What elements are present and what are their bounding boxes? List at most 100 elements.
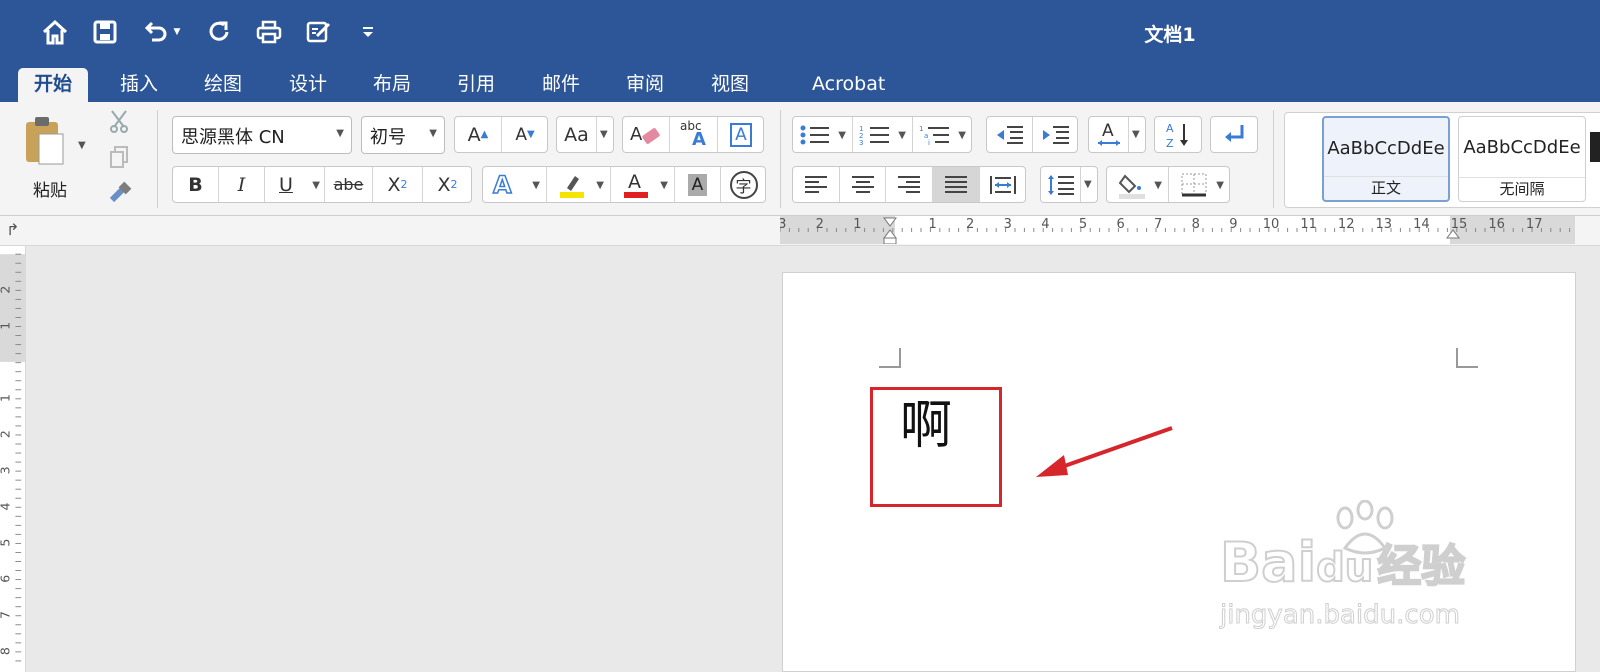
shrink-font-icon[interactable]: A ▼ xyxy=(502,117,548,152)
style-no-spacing[interactable]: AaBbCcDdEe 无间隔 xyxy=(1458,116,1586,202)
tab-view[interactable]: 视图 xyxy=(695,68,765,102)
enclose-characters-button[interactable]: 字 xyxy=(721,167,766,202)
font-size-dropdown-icon[interactable]: ▼ xyxy=(429,128,437,139)
document-text[interactable]: 啊 xyxy=(900,400,952,452)
redo-icon[interactable] xyxy=(203,16,235,48)
font-color-button[interactable]: A ▼ xyxy=(611,167,675,202)
tab-home[interactable]: 开始 xyxy=(18,68,89,102)
paste-button[interactable]: ▼ 粘贴 xyxy=(20,110,92,202)
ruler-label: 2 xyxy=(816,217,824,232)
highlight-dropdown-icon[interactable]: ▼ xyxy=(596,180,604,191)
font-size-select[interactable]: 初号 ▼ xyxy=(361,116,445,154)
line-spacing-button[interactable]: ▼ xyxy=(1040,166,1098,203)
borders-button[interactable]: ▼ xyxy=(1169,167,1230,202)
undo-dropdown-icon[interactable]: ▼ xyxy=(170,16,184,48)
ruler-label: 6 xyxy=(1116,217,1124,232)
superscript-label: X xyxy=(437,173,451,196)
ruler-label: 17 xyxy=(1526,217,1543,232)
subscript-button[interactable]: X2 xyxy=(373,167,423,202)
font-effects-group: A ▼ ▼ A ▼ A 字 xyxy=(482,166,766,203)
text-effects-button[interactable]: A ▼ xyxy=(483,167,547,202)
increase-indent-icon[interactable] xyxy=(1033,117,1078,152)
underline-button[interactable]: U ▼ xyxy=(265,167,325,202)
numbering-dropdown-icon[interactable]: ▼ xyxy=(898,130,906,141)
multilevel-dropdown-icon[interactable]: ▼ xyxy=(958,130,966,141)
bullets-button[interactable]: ▼ xyxy=(793,117,853,152)
style-normal-sample: AaBbCcDdEe xyxy=(1327,138,1445,159)
word-window: ▼ 文档1 开始 插入 绘图 设计 布局 引用 邮件 审阅 视图 Acrobat xyxy=(0,0,1600,672)
ruler-label: 13 xyxy=(1376,217,1393,232)
bullets-dropdown-icon[interactable]: ▼ xyxy=(838,130,846,141)
line-spacing-dropdown-icon[interactable]: ▼ xyxy=(1084,179,1092,190)
svg-text:3: 3 xyxy=(859,139,863,147)
font-name-value: 思源黑体 CN xyxy=(181,127,285,148)
italic-button[interactable]: I xyxy=(219,167,265,202)
shading-dropdown-icon[interactable]: ▼ xyxy=(1154,180,1162,191)
highlight-button[interactable]: ▼ xyxy=(547,167,611,202)
font-size-change-group: A ▲ A ▼ xyxy=(454,116,548,153)
font-name-select[interactable]: 思源黑体 CN ▼ xyxy=(172,116,352,154)
shading-border-group: ▼ ▼ xyxy=(1106,166,1230,203)
decrease-indent-icon[interactable] xyxy=(987,117,1033,152)
borders-dropdown-icon[interactable]: ▼ xyxy=(1216,180,1224,191)
font-name-dropdown-icon[interactable]: ▼ xyxy=(336,128,344,139)
format-painter-icon[interactable] xyxy=(106,180,134,206)
cut-icon[interactable] xyxy=(106,108,132,134)
font-color-dropdown-icon[interactable]: ▼ xyxy=(660,180,668,191)
horizontal-ruler[interactable]: 3 2 1 1 2 3 4 5 6 7 8 9 10 11 12 13 14 15 16 17 xyxy=(780,216,1575,244)
paragraph-mark-icon xyxy=(1211,117,1257,152)
bold-button[interactable]: B xyxy=(173,167,219,202)
multilevel-list-button[interactable]: 1ai ▼ xyxy=(913,117,972,152)
ruler-label: 6 xyxy=(0,575,13,583)
change-case-dropdown-icon[interactable]: ▼ xyxy=(600,129,608,140)
text-direction-button[interactable]: A ▼ xyxy=(1088,116,1146,153)
copy-icon[interactable] xyxy=(106,144,132,170)
home-icon[interactable] xyxy=(39,16,71,48)
text-direction-icon: A xyxy=(1089,117,1129,152)
line-spacing-icon xyxy=(1041,167,1081,202)
tab-selector-icon[interactable]: ↱ xyxy=(6,220,19,239)
strikethrough-button[interactable]: abe xyxy=(325,167,373,202)
tab-insert[interactable]: 插入 xyxy=(104,68,174,102)
customize-toolbar-icon[interactable] xyxy=(352,16,384,48)
paint-bucket-icon xyxy=(1118,173,1145,199)
clear-formatting-icon[interactable]: A xyxy=(623,117,670,152)
tab-review[interactable]: 审阅 xyxy=(610,68,680,102)
tab-mailings[interactable]: 邮件 xyxy=(526,68,596,102)
change-case-button[interactable]: Aa ▼ xyxy=(556,116,614,153)
align-left-icon[interactable] xyxy=(793,167,840,202)
style-heading-partial[interactable] xyxy=(1590,132,1600,162)
underline-dropdown-icon[interactable]: ▼ xyxy=(312,180,320,191)
save-icon[interactable] xyxy=(89,16,121,48)
text-effects-dropdown-icon[interactable]: ▼ xyxy=(532,180,540,191)
align-center-icon[interactable] xyxy=(840,167,886,202)
distributed-icon[interactable] xyxy=(980,167,1026,202)
paste-dropdown-icon[interactable]: ▼ xyxy=(78,140,86,151)
tab-design[interactable]: 设计 xyxy=(273,68,343,102)
text-direction-dropdown-icon[interactable]: ▼ xyxy=(1132,129,1140,140)
sort-button[interactable]: AZ xyxy=(1154,116,1202,153)
tab-acrobat[interactable]: Acrobat xyxy=(796,68,901,102)
grow-font-icon[interactable]: A ▲ xyxy=(455,117,502,152)
tab-layout[interactable]: 布局 xyxy=(357,68,427,102)
tab-references[interactable]: 引用 xyxy=(441,68,511,102)
edit-document-icon[interactable] xyxy=(303,16,335,48)
show-marks-button[interactable] xyxy=(1210,116,1258,153)
alignment-group xyxy=(792,166,1026,203)
justify-icon[interactable] xyxy=(933,167,980,202)
superscript-button[interactable]: X2 xyxy=(423,167,472,202)
vertical-ruler[interactable]: 2 1 1 2 3 4 5 6 7 8 xyxy=(0,246,26,672)
style-normal[interactable]: AaBbCcDdEe 正文 xyxy=(1322,116,1450,202)
tab-draw[interactable]: 绘图 xyxy=(188,68,258,102)
character-border-icon[interactable]: A xyxy=(718,117,764,152)
print-icon[interactable] xyxy=(253,16,285,48)
numbering-button[interactable]: 123 ▼ xyxy=(853,117,913,152)
left-indent-marker xyxy=(883,237,897,244)
highlighter-icon xyxy=(560,175,584,198)
character-shading-icon[interactable]: A xyxy=(675,167,721,202)
svg-text:Z: Z xyxy=(1166,137,1174,150)
phonetic-guide-icon[interactable]: abc A xyxy=(670,117,718,152)
align-right-icon[interactable] xyxy=(886,167,933,202)
shading-button[interactable]: ▼ xyxy=(1107,167,1169,202)
undo-icon[interactable] xyxy=(140,16,172,48)
